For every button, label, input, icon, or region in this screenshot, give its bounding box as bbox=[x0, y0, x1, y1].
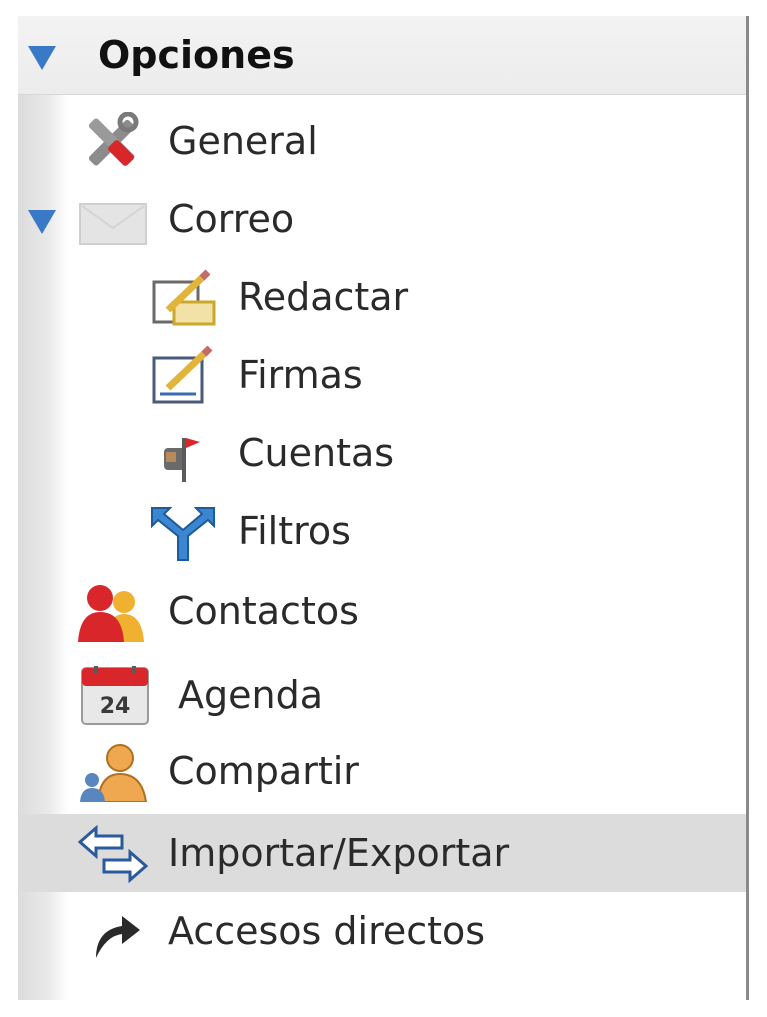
share-icon bbox=[78, 742, 148, 802]
tree-item-agenda[interactable]: 24 Agenda bbox=[18, 656, 746, 734]
tree-item-label: Compartir bbox=[168, 749, 359, 793]
tree-item-label: Contactos bbox=[168, 589, 359, 633]
tree-item-accesos-directos[interactable]: Accesos directos bbox=[18, 892, 746, 970]
tree-item-general[interactable]: General bbox=[18, 102, 746, 180]
envelope-icon bbox=[78, 190, 148, 250]
tree-item-redactar[interactable]: Redactar bbox=[18, 258, 746, 336]
tree-item-firmas[interactable]: Firmas bbox=[18, 336, 746, 414]
signature-icon bbox=[150, 346, 220, 406]
compose-icon bbox=[150, 268, 220, 328]
import-export-icon bbox=[78, 824, 148, 884]
tree-item-label: Cuentas bbox=[238, 431, 395, 475]
tree-item-cuentas[interactable]: Cuentas bbox=[18, 414, 746, 492]
mailbox-icon bbox=[150, 424, 220, 484]
calendar-day: 24 bbox=[99, 694, 131, 719]
tree-item-label: General bbox=[168, 119, 318, 163]
tree-item-compartir[interactable]: Compartir bbox=[18, 732, 746, 810]
contacts-icon bbox=[76, 582, 146, 642]
tree-item-label: Accesos directos bbox=[168, 909, 486, 953]
options-tree-panel: Opciones General Correo Redactar Firmas … bbox=[18, 16, 749, 1000]
options-title: Opciones bbox=[98, 33, 295, 77]
calendar-icon: 24 bbox=[80, 666, 150, 726]
options-header[interactable]: Opciones bbox=[18, 16, 746, 95]
filter-icon bbox=[148, 502, 218, 562]
tools-icon bbox=[76, 112, 146, 172]
tree-item-label: Firmas bbox=[238, 353, 363, 397]
tree-item-label: Correo bbox=[168, 197, 295, 241]
tree-item-label: Redactar bbox=[238, 275, 409, 319]
tree-item-contactos[interactable]: Contactos bbox=[18, 572, 746, 650]
shortcut-icon bbox=[82, 902, 152, 962]
tree-item-filtros[interactable]: Filtros bbox=[18, 492, 746, 570]
tree-item-label: Importar/Exportar bbox=[168, 831, 510, 875]
expand-arrow-icon[interactable] bbox=[28, 46, 56, 70]
expand-arrow-icon[interactable] bbox=[28, 210, 56, 234]
tree-item-importar-exportar[interactable]: Importar/Exportar bbox=[18, 814, 746, 892]
tree-item-correo[interactable]: Correo bbox=[18, 180, 746, 258]
tree-item-label: Agenda bbox=[178, 673, 323, 717]
tree-item-label: Filtros bbox=[238, 509, 351, 553]
